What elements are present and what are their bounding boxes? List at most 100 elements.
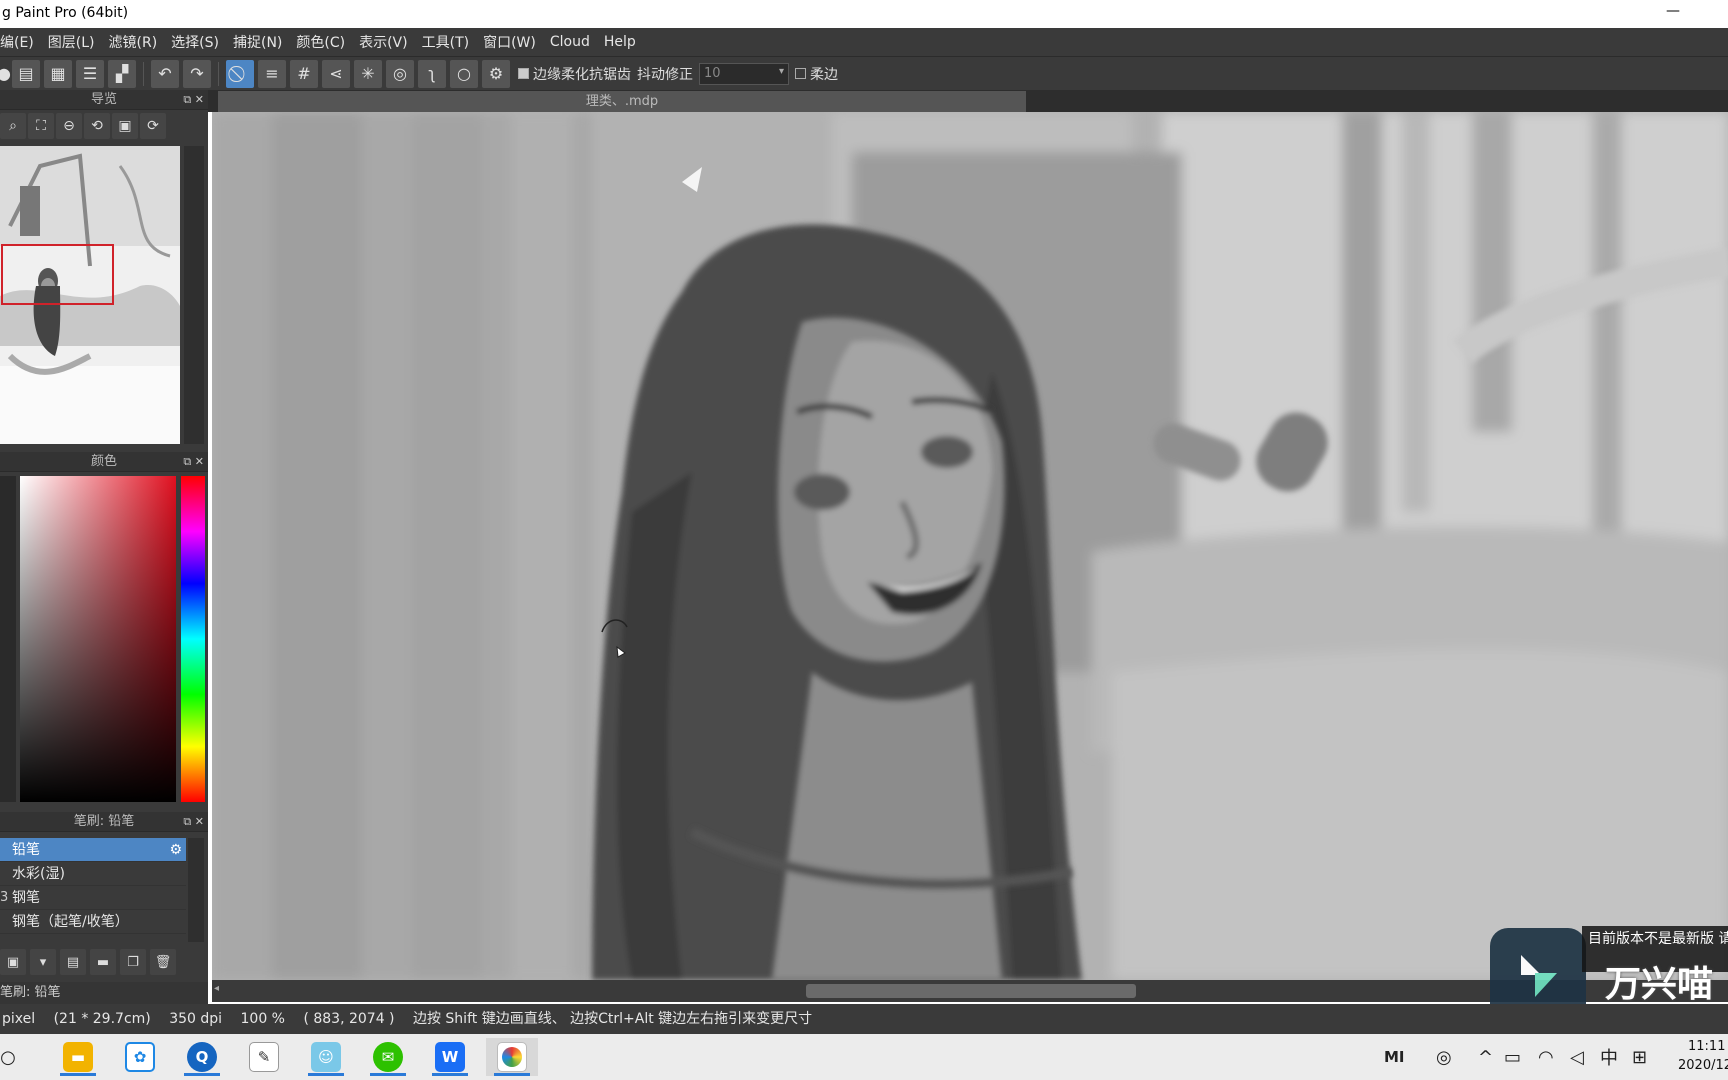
panel-controls[interactable]: ⧉ ✕ xyxy=(183,452,204,472)
app-icon[interactable]: ✿ xyxy=(114,1038,166,1076)
concentric-snap-icon[interactable]: ◎ xyxy=(386,59,414,88)
undo-icon[interactable]: ↶ xyxy=(151,59,179,88)
menu-snap[interactable]: 捕捉(N) xyxy=(226,32,289,52)
list-item[interactable]: 3 钢笔 xyxy=(0,886,186,910)
redo-icon[interactable]: ↷ xyxy=(183,59,211,88)
list-item[interactable]: 铅笔 ⚙ xyxy=(0,838,186,862)
list-item[interactable]: 钢笔（起笔/收笔） xyxy=(0,910,186,934)
game-icon[interactable]: ☺ xyxy=(300,1038,352,1076)
panel-controls[interactable]: ⧉ ✕ xyxy=(183,812,204,832)
hue-slider[interactable] xyxy=(181,476,205,802)
battery-icon[interactable]: ▭ xyxy=(1504,1034,1521,1080)
brush-scrollbar[interactable] xyxy=(188,838,204,942)
rotate-right-icon[interactable]: ⟳ xyxy=(140,113,166,139)
tab-document[interactable]: 理类、.mdp xyxy=(218,91,1026,112)
ime-indicator[interactable]: 中 xyxy=(1600,1034,1618,1080)
color-swatch-strip[interactable] xyxy=(0,476,16,802)
comment-icon[interactable]: ▤ xyxy=(12,59,40,88)
tray-app-icon[interactable]: ◎ xyxy=(1436,1034,1452,1080)
snap-off-icon[interactable]: ⃠ xyxy=(226,59,254,88)
brush-list: 铅笔 ⚙ 水彩(湿) 3 钢笔 钢笔（起笔/收笔） xyxy=(0,838,186,942)
chevron-up-icon[interactable]: ^ xyxy=(1478,1034,1493,1080)
volume-icon[interactable]: ◁ xyxy=(1570,1034,1584,1080)
menu-view[interactable]: 表示(V) xyxy=(352,32,415,52)
brush-name: 钢笔 xyxy=(12,890,40,906)
menu-help[interactable]: Help xyxy=(597,34,643,50)
fit-window-icon[interactable]: ⛶ xyxy=(28,113,54,139)
mi-label: MI xyxy=(1384,1048,1405,1066)
notepad-icon[interactable]: ✎ xyxy=(238,1038,290,1076)
wps-icon[interactable]: W xyxy=(424,1038,476,1076)
soft-edge-label: 柔边 xyxy=(810,66,838,83)
browser-icon[interactable]: Q xyxy=(176,1038,228,1076)
clock-date: 2020/12 xyxy=(1678,1058,1728,1073)
duplicate-icon[interactable]: ❐ xyxy=(120,949,146,975)
new-brush-icon[interactable]: ▣ xyxy=(0,949,26,975)
status-unit: pixel xyxy=(2,1011,36,1027)
status-dpi: 350 dpi xyxy=(169,1011,223,1027)
running-indicator xyxy=(432,1073,468,1076)
copy-brush-icon[interactable]: ▤ xyxy=(60,949,86,975)
status-hint: 边按 Shift 键边画直线、 边按Ctrl+Alt 键边左右拖引来变更尺寸 xyxy=(412,1011,813,1027)
snap-settings-icon[interactable]: ⚙ xyxy=(482,59,510,88)
menu-tools[interactable]: 工具(T) xyxy=(415,32,476,52)
scrollbar-thumb[interactable] xyxy=(806,984,1136,998)
menu-layer[interactable]: 图层(L) xyxy=(41,32,102,52)
grid-settings-icon[interactable]: ▞ xyxy=(108,59,136,88)
folder-icon[interactable]: ▬ xyxy=(90,949,116,975)
list-item[interactable]: 水彩(湿) xyxy=(0,862,186,886)
paint-app-icon[interactable] xyxy=(486,1038,538,1076)
open-icon[interactable]: ● xyxy=(0,60,11,88)
panel-controls[interactable]: ⧉ ✕ xyxy=(183,90,204,110)
window-title: g Paint Pro (64bit) xyxy=(2,5,129,21)
navigator-thumbnail xyxy=(0,146,180,444)
antialias-check-icon xyxy=(518,68,529,79)
drawing-canvas[interactable] xyxy=(212,112,1728,980)
grid-snap-icon[interactable]: # xyxy=(290,59,318,88)
trash-icon[interactable]: 🗑 xyxy=(150,949,176,975)
clock[interactable]: 11:11 2020/12 xyxy=(1678,1037,1728,1075)
menu-filter[interactable]: 滤镜(R) xyxy=(102,32,165,52)
menu-window[interactable]: 窗口(W) xyxy=(476,32,543,52)
running-indicator xyxy=(370,1073,406,1076)
reset-view-icon[interactable]: ▣ xyxy=(112,113,138,139)
stabilizer-select[interactable]: 10 ▾ xyxy=(699,62,789,85)
soft-edge-checkbox[interactable]: 柔边 xyxy=(795,64,838,84)
menu-select[interactable]: 选择(S) xyxy=(164,32,226,52)
soft-edge-check-icon xyxy=(795,68,806,79)
minimize-button[interactable]: — xyxy=(1658,3,1688,25)
brush-name: 铅笔 xyxy=(12,842,40,858)
zoom-in-icon[interactable]: ⌕ xyxy=(0,113,26,139)
parallel-snap-icon[interactable]: ≡ xyxy=(258,59,286,88)
saturation-value-picker[interactable] xyxy=(20,476,176,802)
chevron-left-icon[interactable]: ◂ xyxy=(214,983,219,994)
navigator-preview[interactable] xyxy=(0,146,180,444)
filmora-icon xyxy=(1521,955,1557,997)
menu-cloud[interactable]: Cloud xyxy=(543,34,597,50)
toolbar-divider xyxy=(218,61,219,86)
wifi-icon[interactable]: ◠ xyxy=(1538,1034,1554,1080)
zoom-out-icon[interactable]: ⊖ xyxy=(56,113,82,139)
ellipse-snap-icon[interactable]: ○ xyxy=(450,59,478,88)
brush-menu-icon[interactable]: ▾ xyxy=(30,949,56,975)
search-icon[interactable]: ○ xyxy=(0,1038,34,1076)
perspective-snap-icon[interactable]: ⋖ xyxy=(322,59,350,88)
status-size: (21 * 29.7cm) xyxy=(53,1011,151,1027)
gear-icon[interactable]: ⚙ xyxy=(169,838,182,862)
menu-edit[interactable]: 编(E) xyxy=(0,32,41,52)
file-explorer-icon[interactable]: ▬ xyxy=(52,1038,104,1076)
wechat-icon[interactable]: ✉ xyxy=(362,1038,414,1076)
navigator-scrollbar[interactable] xyxy=(184,146,204,444)
menu-color[interactable]: 颜色(C) xyxy=(289,32,352,52)
document-icon[interactable]: ▦ xyxy=(44,59,72,88)
rotate-left-icon[interactable]: ⟲ xyxy=(84,113,110,139)
status-zoom: 100 % xyxy=(240,1011,285,1027)
radial-snap-icon[interactable]: ✳ xyxy=(354,59,382,88)
layer-props-icon[interactable]: ☰ xyxy=(76,59,104,88)
tray-mi[interactable]: MI xyxy=(1384,1034,1405,1080)
curve-snap-icon[interactable]: ʅ xyxy=(418,59,446,88)
ime-label: 中 xyxy=(1600,1048,1618,1069)
color-title: 颜色 xyxy=(90,454,117,469)
ime-mode-icon[interactable]: ⊞ xyxy=(1632,1034,1647,1080)
antialias-checkbox[interactable]: 边缘柔化抗锯齿 xyxy=(518,64,631,84)
